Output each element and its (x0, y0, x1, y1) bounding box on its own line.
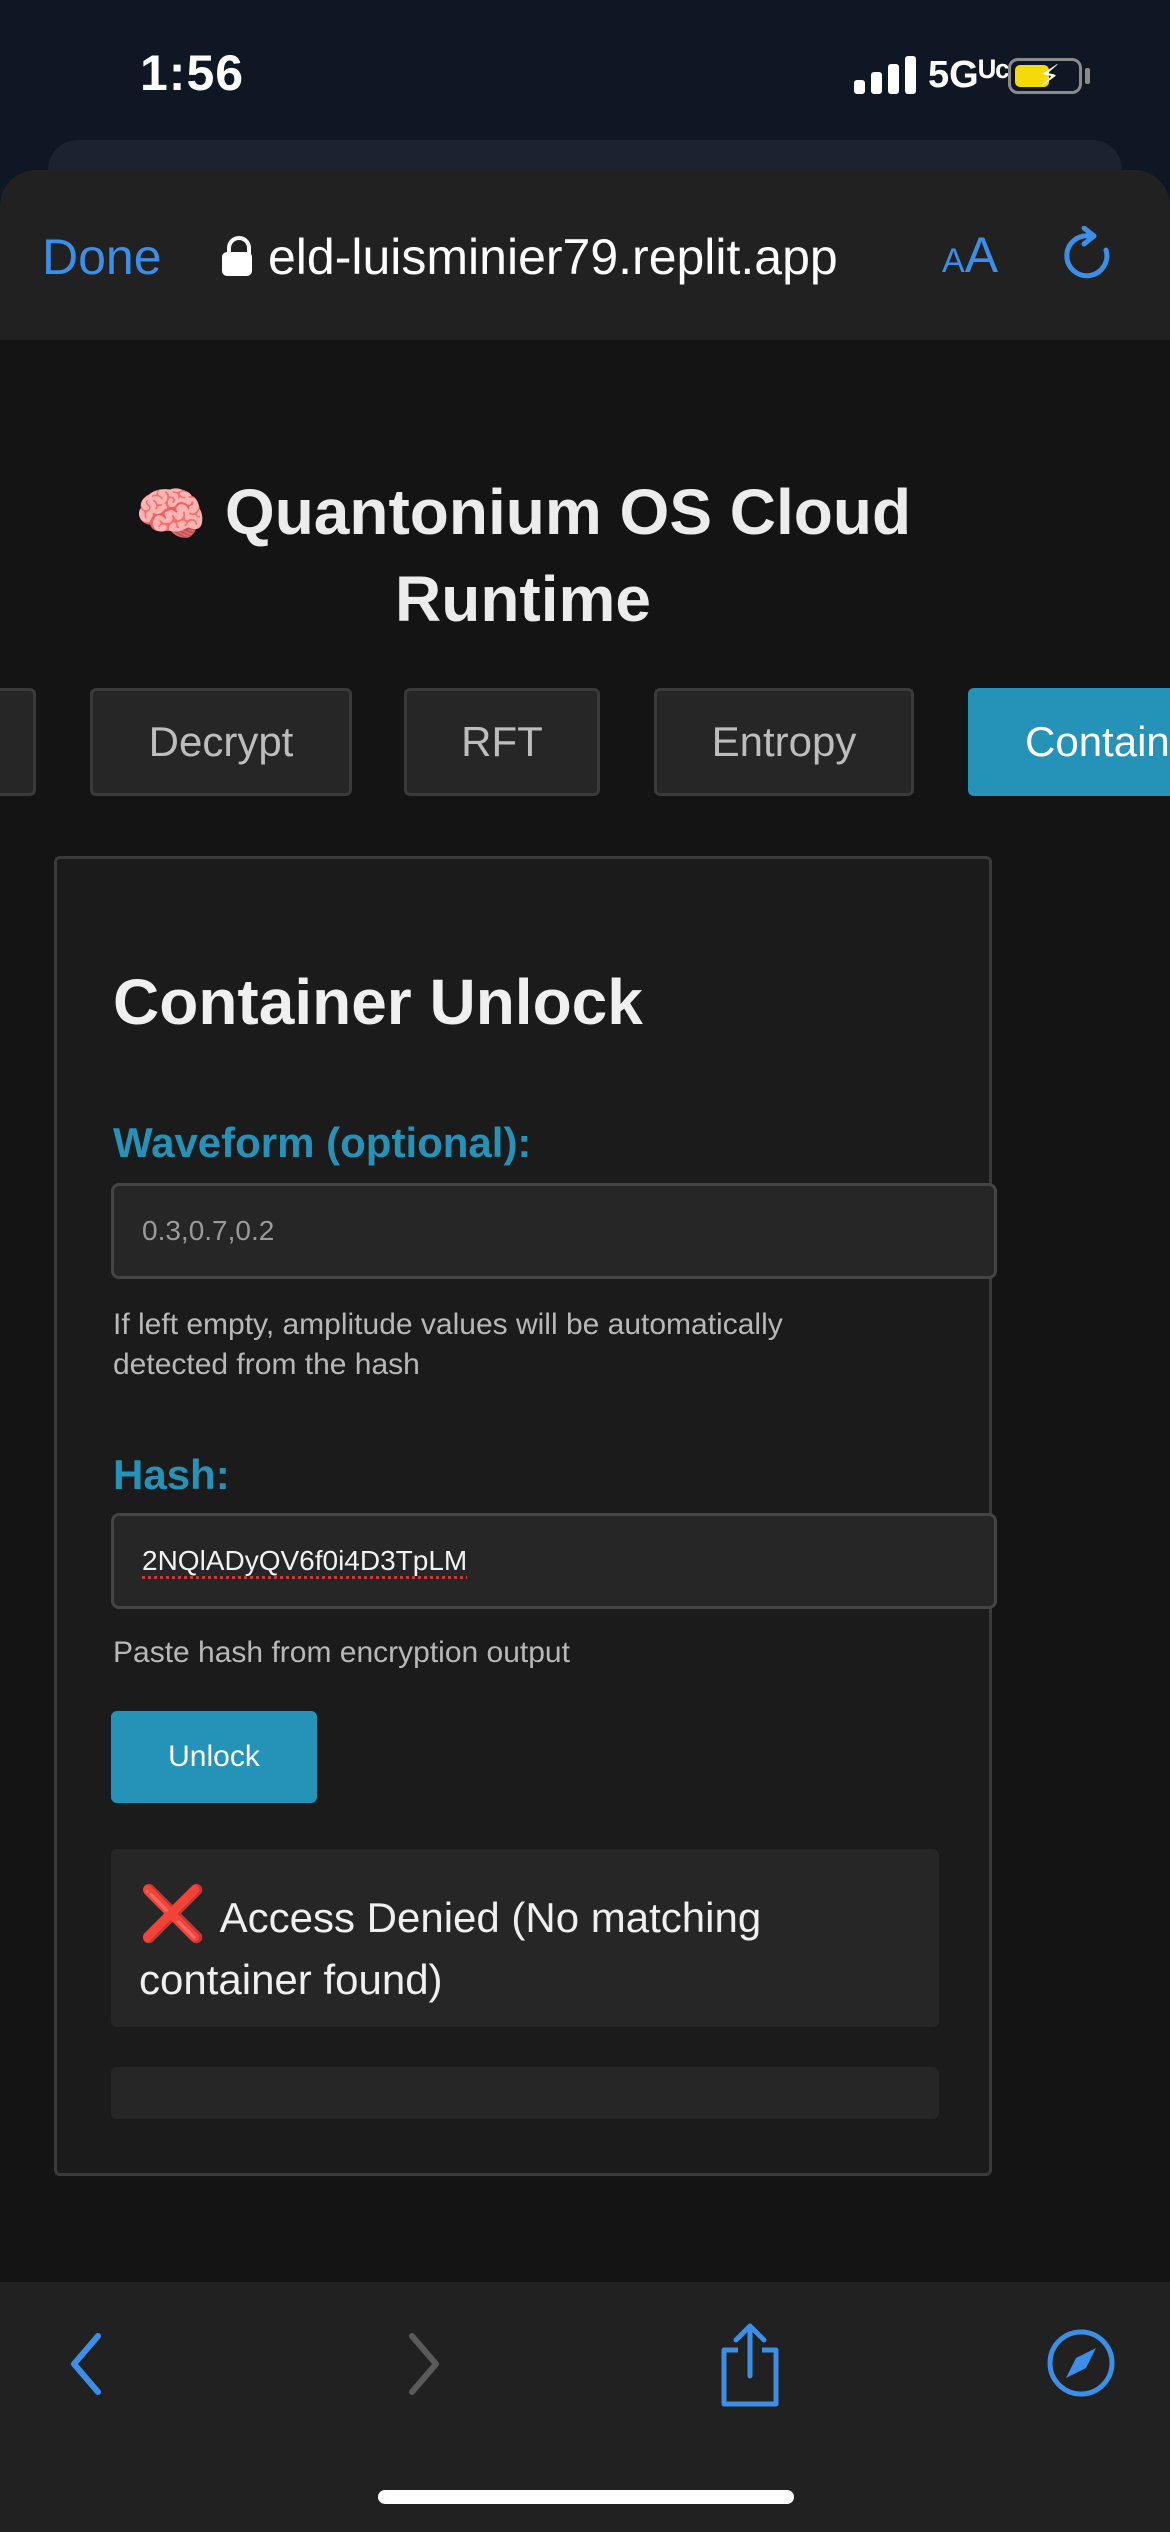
hash-input[interactable]: 2NQlADyQV6f0i4D3TpLM (111, 1513, 997, 1609)
brain-icon: 🧠 (134, 482, 208, 547)
output-box (111, 2067, 939, 2119)
share-icon[interactable] (712, 2320, 788, 2410)
network-type: 5Gᵁᶜ (928, 54, 1010, 96)
result-text: Access Denied (No matching container fou… (139, 1894, 762, 2003)
status-time: 1:56 (140, 45, 245, 101)
page-title-text: Quantonium OS Cloud Runtime (224, 476, 912, 635)
browser-top-bar: Done eld-luisminier79.replit.app AA (0, 170, 1170, 340)
tab-container[interactable]: Contain (968, 688, 1170, 796)
hash-hint: Paste hash from encryption output (113, 1636, 570, 1669)
result-message: ❌ Access Denied (No matching container f… (111, 1849, 939, 2027)
text-size-button[interactable]: AA (942, 226, 998, 284)
web-page: 🧠 Quantonium OS Cloud Runtime Decrypt RF… (0, 340, 1170, 2282)
text-size-big-glyph: A (964, 227, 999, 283)
done-button[interactable]: Done (42, 228, 162, 286)
waveform-label: Waveform (optional): (113, 1119, 532, 1166)
unlock-button[interactable]: Unlock (111, 1711, 317, 1803)
url-field[interactable]: eld-luisminier79.replit.app (268, 228, 838, 286)
compass-icon[interactable] (1046, 2328, 1116, 2398)
tab-rft[interactable]: RFT (404, 688, 600, 796)
back-icon[interactable] (62, 2324, 112, 2404)
tab-entropy[interactable]: Entropy (654, 688, 914, 796)
reload-icon[interactable] (1062, 226, 1118, 286)
battery-icon: ⚡ (1008, 58, 1082, 94)
page-title: 🧠 Quantonium OS Cloud Runtime (0, 470, 1046, 641)
signal-icon (854, 56, 918, 94)
lock-icon (222, 236, 252, 276)
waveform-hint: If left empty, amplitude values will be … (113, 1308, 783, 1381)
tab-decrypt[interactable]: Decrypt (90, 688, 352, 796)
text-size-small-glyph: A (942, 242, 965, 280)
error-x-icon: ❌ (139, 1884, 207, 1944)
container-unlock-card: Container Unlock Waveform (optional): 0.… (54, 856, 997, 2176)
status-bar: 1:56 5Gᵁᶜ ⚡ (0, 0, 1170, 150)
hash-label: Hash: (113, 1451, 230, 1498)
waveform-input[interactable]: 0.3,0.7,0.2 (111, 1183, 997, 1279)
battery-cap (1085, 68, 1090, 84)
home-indicator (378, 2490, 794, 2504)
forward-icon[interactable] (398, 2324, 448, 2404)
card-title: Container Unlock (113, 966, 643, 1038)
tab-bar: Decrypt RFT Entropy Contain (0, 688, 1170, 800)
tab-partial[interactable] (0, 688, 36, 796)
